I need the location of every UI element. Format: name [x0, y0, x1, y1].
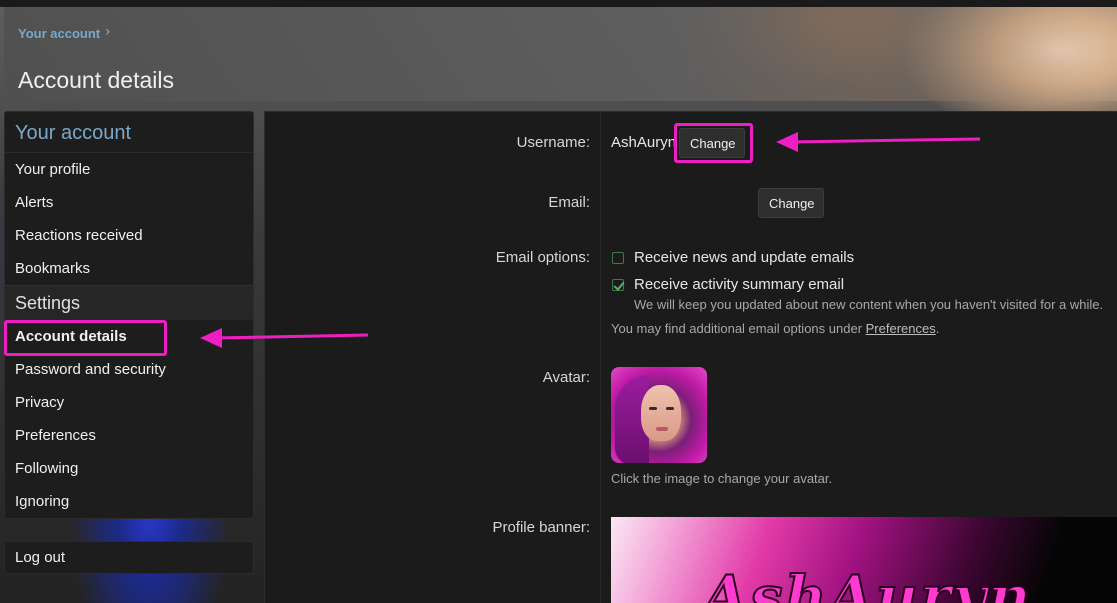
- arrow-to-username-change: [776, 132, 981, 152]
- arrow-to-account-details: [200, 328, 369, 348]
- annotation-arrows: [200, 132, 981, 348]
